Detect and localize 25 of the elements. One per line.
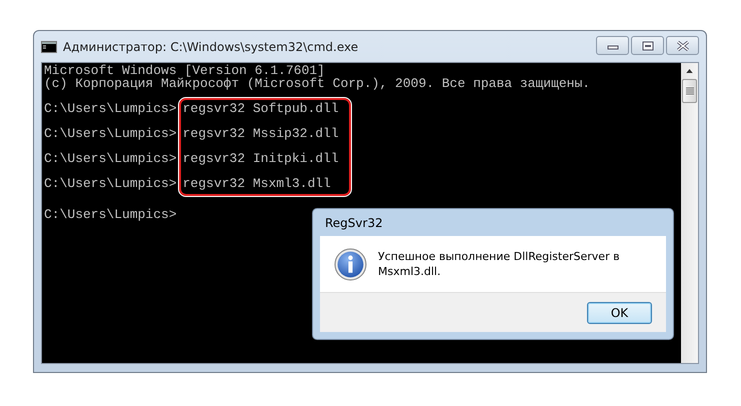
- console-line: Microsoft Windows [Version 6.1.7601]: [44, 65, 325, 78]
- dialog-message: Успешное выполнение DllRegisterServer в Msxml3.dll.: [378, 249, 621, 279]
- window-title: Администратор: C:\Windows\system32\cmd.exe: [63, 40, 360, 54]
- command-text: regsvr32 Msxml3.dll: [182, 178, 331, 190]
- dialog-title: RegSvr32: [324, 214, 384, 232]
- command-text: regsvr32 Mssip32.dll: [182, 128, 339, 140]
- console-line: C:\Users\Lumpics>: [44, 178, 177, 190]
- minimize-button[interactable]: [596, 36, 629, 55]
- command-text: regsvr32 Initpki.dll: [182, 152, 339, 165]
- close-button[interactable]: [666, 36, 699, 55]
- ok-button[interactable]: OK: [587, 302, 652, 324]
- console-icon: [41, 40, 57, 52]
- close-icon[interactable]: [674, 40, 690, 50]
- maximize-button[interactable]: [631, 36, 664, 55]
- info-icon: [334, 248, 367, 280]
- console-line: C:\Users\Lumpics>: [44, 152, 177, 165]
- scroll-thumb[interactable]: [682, 79, 697, 103]
- console-line: C:\Users\Lumpics>: [44, 102, 177, 115]
- console-line: (c) Корпорация Майкрософт (Microsoft Corp.), 2009. Все права защищены.: [44, 78, 590, 90]
- command-text: regsvr32 Softpub.dll: [182, 102, 339, 115]
- console-line: C:\Users\Lumpics>: [44, 128, 177, 140]
- scroll-up-icon[interactable]: [686, 69, 693, 73]
- maximize-icon[interactable]: [640, 40, 656, 50]
- scrollbar[interactable]: [681, 63, 698, 363]
- console-line: C:\Users\Lumpics>: [44, 208, 177, 221]
